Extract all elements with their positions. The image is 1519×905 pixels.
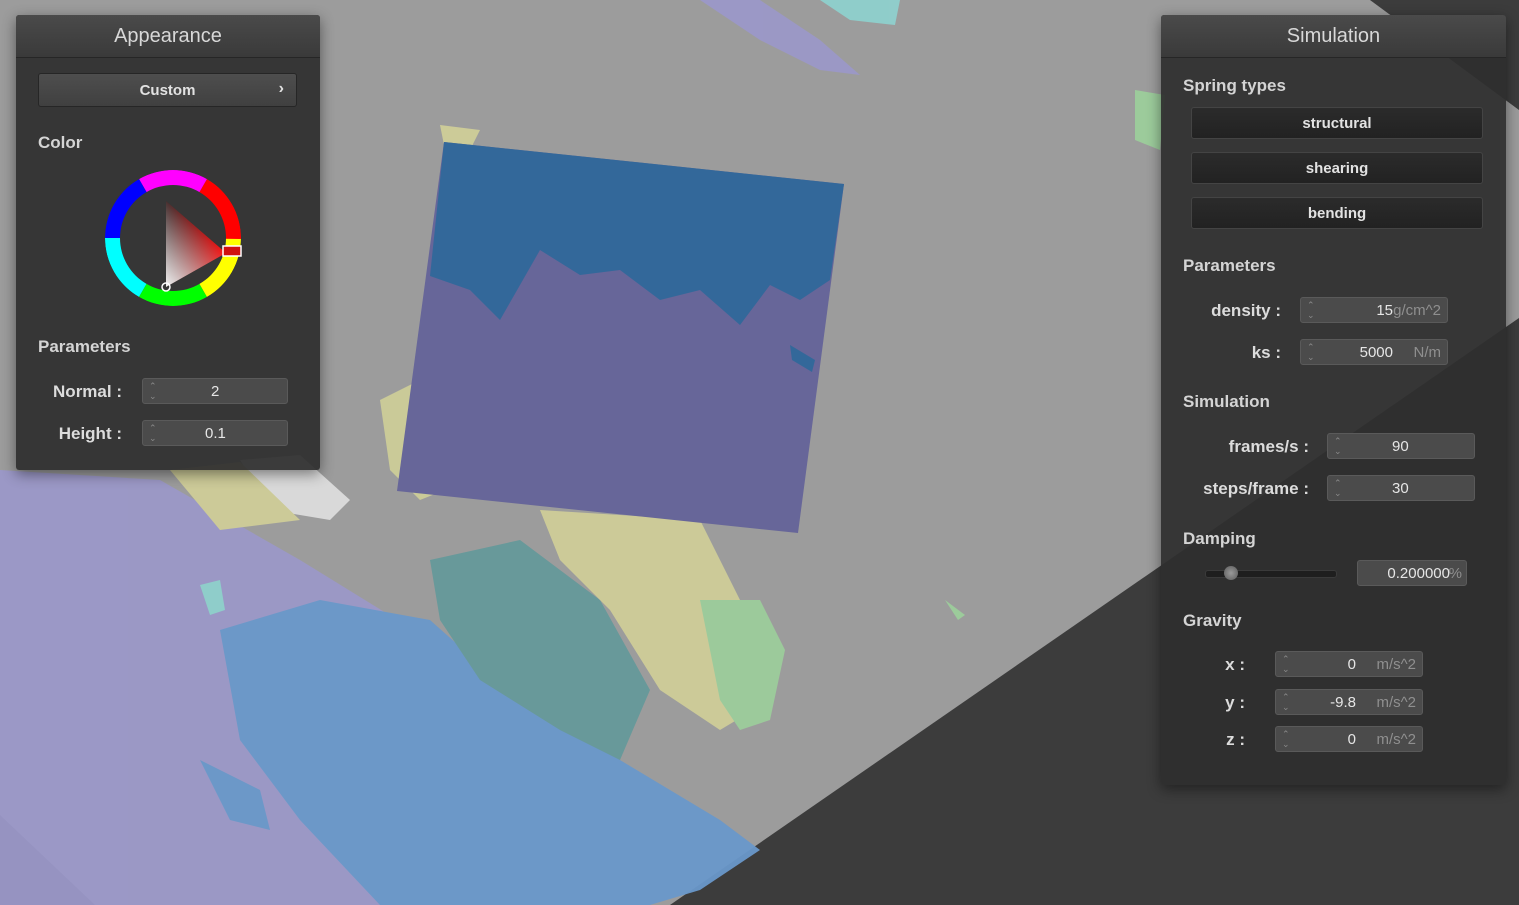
spinner-arrows-icon[interactable]: ⌃ ⌄ <box>1282 692 1290 712</box>
steps-label: steps/frame : <box>1203 479 1309 498</box>
damping-slider[interactable] <box>1205 566 1337 580</box>
damping-slider-knob[interactable] <box>1224 566 1238 580</box>
spring-bending-button[interactable]: bending <box>1191 197 1483 229</box>
cloth-mesh <box>397 142 844 533</box>
normal-label: Normal : <box>53 382 122 401</box>
ks-input[interactable]: ⌃ ⌄ 5000 N/m <box>1300 339 1448 365</box>
gravity-label: Gravity <box>1183 611 1242 630</box>
color-wheel[interactable] <box>103 168 243 308</box>
gravity-z-input[interactable]: ⌃ ⌄ 0 m/s^2 <box>1275 726 1423 752</box>
normal-input[interactable]: ⌃ ⌄ 2 <box>142 378 288 404</box>
fps-label: frames/s : <box>1228 437 1309 456</box>
gravity-y-label: y : <box>1225 693 1245 712</box>
density-input[interactable]: ⌃ ⌄ 15 g/cm^2 <box>1300 297 1448 323</box>
appearance-parameters-label: Parameters <box>38 337 131 356</box>
simulation-panel: Simulation Spring types structural shear… <box>1161 15 1506 785</box>
spinner-arrows-icon[interactable]: ⌃ ⌄ <box>1334 436 1342 456</box>
color-section-label: Color <box>38 133 83 152</box>
damping-input[interactable]: 0.200000 % <box>1357 560 1467 586</box>
spring-structural-button[interactable]: structural <box>1191 107 1483 139</box>
appearance-panel-title: Appearance <box>16 15 320 58</box>
spinner-arrows-icon[interactable]: ⌃ ⌄ <box>1334 478 1342 498</box>
preset-label: Custom <box>139 82 196 99</box>
fps-input[interactable]: ⌃ ⌄ 90 <box>1327 433 1475 459</box>
simulation-section-label: Simulation <box>1183 392 1270 411</box>
spring-types-label: Spring types <box>1183 76 1286 95</box>
gravity-x-input[interactable]: ⌃ ⌄ 0 m/s^2 <box>1275 651 1423 677</box>
spinner-arrows-icon[interactable]: ⌃ ⌄ <box>1282 654 1290 674</box>
spinner-arrows-icon[interactable]: ⌃ ⌄ <box>1307 342 1315 362</box>
height-label: Height : <box>58 424 122 443</box>
spinner-arrows-icon[interactable]: ⌃ ⌄ <box>149 423 157 443</box>
height-input[interactable]: ⌃ ⌄ 0.1 <box>142 420 288 446</box>
hue-handle <box>222 245 242 257</box>
spinner-arrows-icon[interactable]: ⌃ ⌄ <box>1282 729 1290 749</box>
simulation-parameters-label: Parameters <box>1183 256 1276 275</box>
appearance-panel: Appearance Custom › Color Parameters Nor… <box>16 15 320 470</box>
steps-input[interactable]: ⌃ ⌄ 30 <box>1327 475 1475 501</box>
damping-label: Damping <box>1183 529 1256 548</box>
gravity-x-label: x : <box>1225 655 1245 674</box>
spinner-arrows-icon[interactable]: ⌃ ⌄ <box>149 381 157 401</box>
chevron-right-icon: › <box>278 80 284 97</box>
preset-dropdown-button[interactable]: Custom › <box>38 73 297 107</box>
gravity-y-input[interactable]: ⌃ ⌄ -9.8 m/s^2 <box>1275 689 1423 715</box>
density-label: density : <box>1211 301 1281 320</box>
spring-shearing-button[interactable]: shearing <box>1191 152 1483 184</box>
spinner-arrows-icon[interactable]: ⌃ ⌄ <box>1307 300 1315 320</box>
gravity-z-label: z : <box>1226 730 1245 749</box>
simulation-panel-title: Simulation <box>1161 15 1506 58</box>
ks-label: ks : <box>1251 343 1281 362</box>
